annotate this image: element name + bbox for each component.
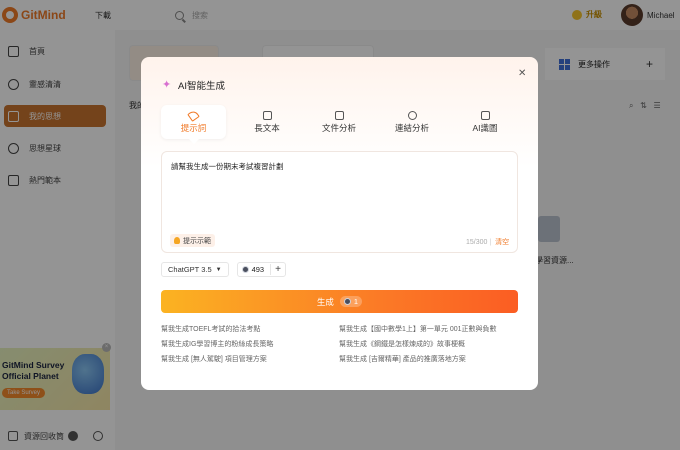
generate-label: 生成 xyxy=(316,296,334,307)
suggestion-item[interactable]: 幫我生成IG學習博主的粉絲成長策略 xyxy=(161,339,273,349)
image-icon xyxy=(480,110,490,120)
prompt-textarea[interactable]: 請幫我生成一份期末考試複習計劃 提示示範 15/300 | 清空 xyxy=(161,151,518,253)
tab-label: 長文本 xyxy=(254,122,280,133)
tab-file-analysis[interactable]: 文件分析 xyxy=(308,105,370,139)
tab-long-text[interactable]: 長文本 xyxy=(236,105,298,139)
tab-ai-image[interactable]: AI識圖 xyxy=(454,105,516,139)
mode-tabs: 提示詞 長文本 文件分析 連結分析 AI識圖 xyxy=(161,105,518,139)
generate-cost-badge: 1 xyxy=(339,296,363,307)
tab-label: AI識圖 xyxy=(472,122,498,133)
sparkle-icon xyxy=(162,78,172,91)
lightbulb-icon xyxy=(174,237,180,244)
coin-icon xyxy=(343,298,351,305)
example-label: 提示示範 xyxy=(183,237,211,245)
prompt-example-button[interactable]: 提示示範 xyxy=(170,234,215,247)
link-icon xyxy=(407,110,417,120)
ai-generate-dialog: AI智能生成 ✕ 提示詞 長文本 文件分析 連結分析 AI識圖 請幫我生成一份期… xyxy=(141,57,538,390)
pencil-icon xyxy=(187,108,200,122)
tab-pointer xyxy=(189,139,199,144)
chevron-down-icon: ▼ xyxy=(215,266,222,273)
model-select[interactable]: ChatGPT 3.5 ▼ xyxy=(161,262,229,277)
tab-link-analysis[interactable]: 連結分析 xyxy=(381,105,443,139)
generate-button[interactable]: 生成 1 xyxy=(161,290,518,313)
coin-icon xyxy=(241,266,249,273)
tab-label: 文件分析 xyxy=(321,122,356,133)
prompt-value[interactable]: 請幫我生成一份期末考試複習計劃 xyxy=(171,161,284,172)
tab-label: 連結分析 xyxy=(394,122,429,133)
dialog-title-text: AI智能生成 xyxy=(178,81,225,92)
tab-label: 提示詞 xyxy=(180,122,207,133)
dialog-title: AI智能生成 xyxy=(162,78,225,93)
char-count-value: 15/300 xyxy=(466,239,488,246)
suggestion-item[interactable]: 幫我生成 [無人駕駛] 項目管理方案 xyxy=(161,354,267,364)
add-credits-button[interactable]: + xyxy=(270,264,281,275)
suggestion-item[interactable]: 幫我生成《鋼鐵是怎樣煉成的》故事梗概 xyxy=(339,339,465,349)
tab-prompt[interactable]: 提示詞 xyxy=(161,105,226,139)
generate-cost-value: 1 xyxy=(353,297,359,306)
suggestion-item[interactable]: 幫我生成 [吉爾精華] 產品的推廣落地方案 xyxy=(339,354,466,364)
clear-button[interactable]: 清空 xyxy=(495,239,509,246)
model-value: ChatGPT 3.5 xyxy=(168,265,212,274)
credits-counter: 493 + xyxy=(236,262,286,277)
close-icon[interactable]: ✕ xyxy=(518,68,526,79)
file-icon xyxy=(334,110,344,120)
generation-controls: ChatGPT 3.5 ▼ 493 + xyxy=(161,262,286,277)
text-icon xyxy=(262,110,272,120)
suggestion-item[interactable]: 幫我生成【國中數學1上】第一單元 001正數與負數 xyxy=(339,324,497,334)
credits-value: 493 xyxy=(251,265,265,274)
suggestion-item[interactable]: 幫我生成TOEFL考試的拾法考點 xyxy=(161,324,260,334)
char-counter: 15/300 | 清空 xyxy=(466,239,510,246)
